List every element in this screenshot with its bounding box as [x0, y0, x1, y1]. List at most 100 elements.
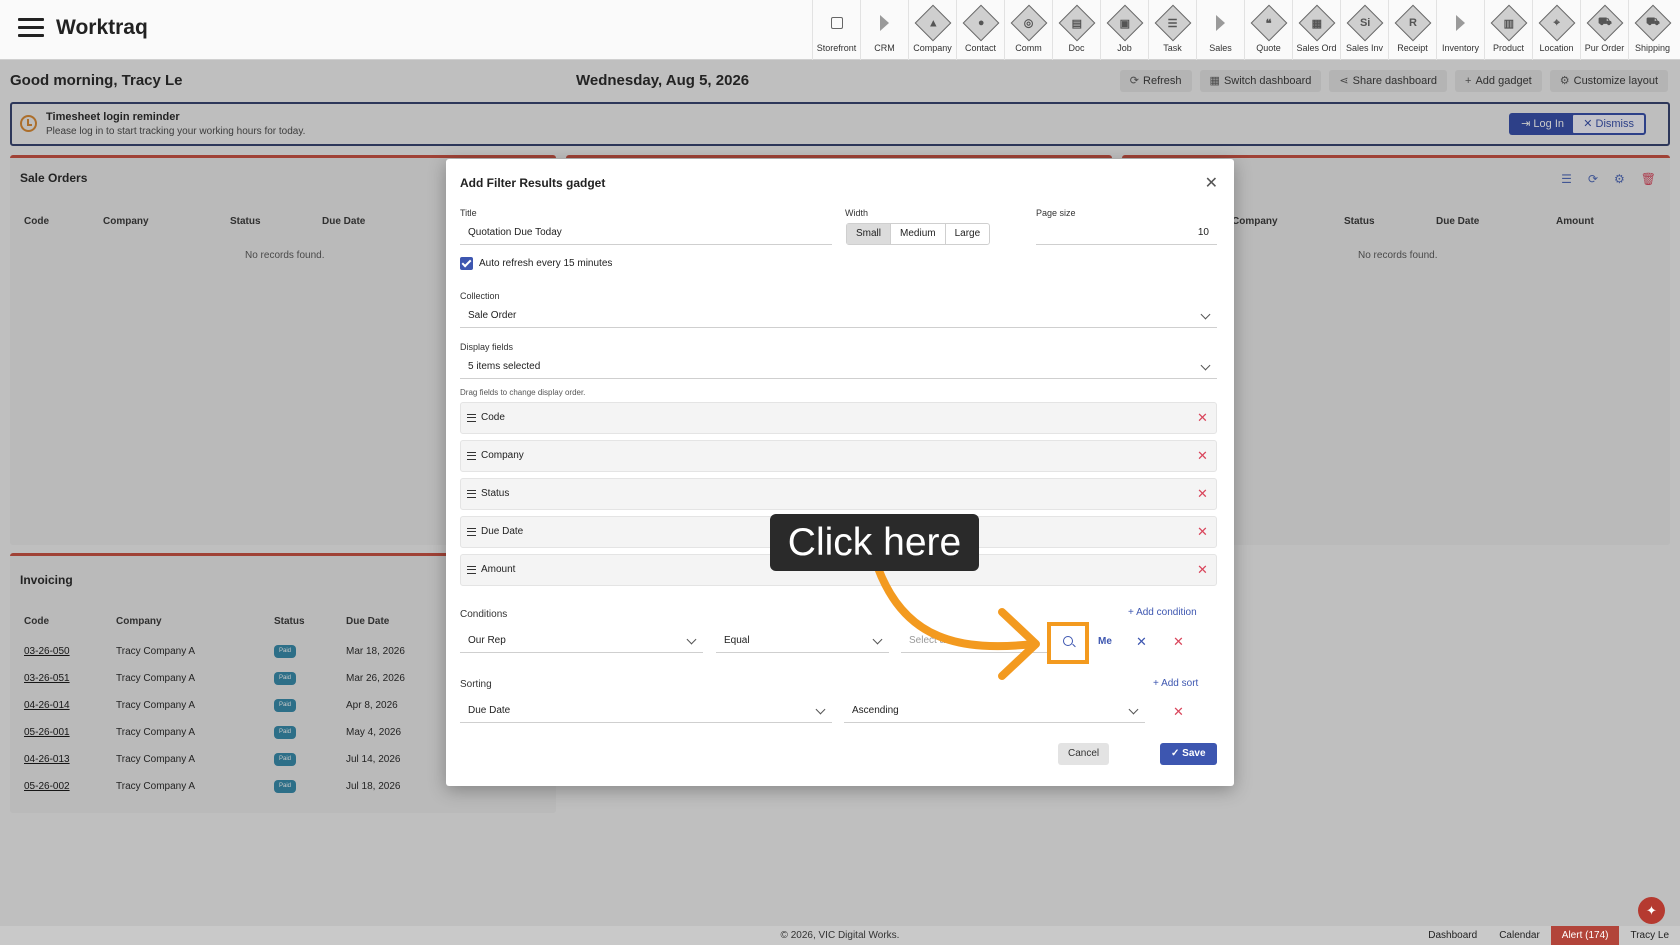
module-job[interactable]: ▣ Job [1100, 0, 1148, 60]
remove-sort-icon[interactable]: ✕ [1173, 705, 1184, 718]
module-label: Sales Ord [1296, 43, 1337, 53]
remove-condition-icon[interactable]: ✕ [1173, 635, 1184, 648]
module-label: Sales Inv [1345, 43, 1384, 53]
add-sort-button[interactable]: + Add sort [1153, 678, 1198, 689]
module-sales[interactable]: Sales [1196, 0, 1244, 60]
module-company[interactable]: ▲ Company [908, 0, 956, 60]
display-field-item[interactable]: Company ✕ [460, 440, 1217, 472]
module-doc[interactable]: ▤ Doc [1052, 0, 1100, 60]
page-size-input[interactable]: 10 [1036, 223, 1217, 245]
module-label: Receipt [1397, 43, 1428, 53]
save-button[interactable]: ✓ Save [1160, 743, 1217, 765]
module-label: Storefront [816, 43, 857, 53]
module-label: Location [1539, 43, 1574, 53]
module-label: Task [1163, 43, 1182, 53]
footer-user-link[interactable]: Tracy Le [1619, 926, 1680, 945]
module-contact[interactable]: ● Contact [956, 0, 1004, 60]
hamburger-menu-icon[interactable] [18, 18, 44, 38]
module-shipping[interactable]: ⛟ Shipping [1628, 0, 1676, 60]
me-button[interactable]: Me [1098, 636, 1112, 647]
drag-handle-icon[interactable] [467, 414, 476, 422]
section-arrow-icon [1204, 6, 1238, 40]
display-fields-label: Display fields [460, 342, 514, 352]
sorting-label: Sorting [460, 679, 492, 690]
module-bar: Storefront CRM ▲ Company ● Contact ◎ Comm ▤ Doc ▣ J… [812, 0, 1676, 60]
company-icon: ▲ [914, 4, 951, 42]
top-bar: Worktraq Storefront CRM ▲ Company ● Contact ◎ C… [0, 0, 1680, 60]
module-sales-ord[interactable]: ▦ Sales Ord [1292, 0, 1340, 60]
display-field-label: Company [481, 450, 524, 461]
conditions-label: Conditions [460, 609, 508, 620]
remove-field-icon[interactable]: ✕ [1197, 449, 1208, 462]
remove-field-icon[interactable]: ✕ [1197, 487, 1208, 500]
module-task[interactable]: ☰ Task [1148, 0, 1196, 60]
title-input[interactable]: Quotation Due Today [460, 223, 832, 245]
condition-value-input[interactable]: Select a [901, 631, 1051, 653]
remove-field-icon[interactable]: ✕ [1197, 563, 1208, 576]
plus-icon: + [1128, 607, 1137, 618]
cancel-button[interactable]: Cancel [1058, 743, 1110, 765]
footer-bar: © 2026, VIC Digital Works. Dashboard Cal… [0, 926, 1680, 945]
module-crm[interactable]: CRM [860, 0, 908, 60]
collection-label: Collection [460, 291, 500, 301]
sort-direction-select[interactable]: Ascending [844, 701, 1145, 723]
dialog-title: Add Filter Results gadget [460, 176, 606, 190]
width-medium-option[interactable]: Medium [891, 224, 946, 244]
remove-field-icon[interactable]: ✕ [1197, 411, 1208, 424]
condition-operator-select[interactable]: Equal [716, 631, 889, 653]
module-glyph: ⛟ [1597, 16, 1612, 28]
collection-select[interactable]: Sale Order [460, 306, 1217, 328]
chevron-down-icon [686, 634, 697, 645]
product-icon: ▥ [1490, 4, 1527, 42]
module-glyph: ▲ [927, 16, 938, 29]
display-fields-select[interactable]: 5 items selected [460, 357, 1217, 379]
module-label: Comm [1015, 43, 1042, 53]
display-field-label: Due Date [481, 526, 524, 537]
app-title: Worktraq [56, 16, 148, 39]
module-glyph: ◎ [1023, 17, 1034, 30]
footer-calendar-link[interactable]: Calendar [1488, 926, 1551, 945]
module-quote[interactable]: ❝ Quote [1244, 0, 1292, 60]
module-comm[interactable]: ◎ Comm [1004, 0, 1052, 60]
clear-value-icon[interactable]: ✕ [1136, 635, 1147, 648]
module-storefront[interactable]: Storefront [812, 0, 860, 60]
display-field-item[interactable]: Status ✕ [460, 478, 1217, 510]
condition-field-select[interactable]: Our Rep [460, 631, 703, 653]
drag-handle-icon[interactable] [467, 452, 476, 460]
display-field-item[interactable]: Code ✕ [460, 402, 1217, 434]
drag-handle-icon[interactable] [467, 566, 476, 574]
auto-refresh-checkbox[interactable] [460, 257, 473, 270]
receipt-icon: R [1394, 4, 1431, 42]
footer-dashboard-link[interactable]: Dashboard [1417, 926, 1488, 945]
module-label: Pur Order [1584, 43, 1625, 53]
sort-field-select[interactable]: Due Date [460, 701, 832, 723]
module-pur-order[interactable]: ⛟ Pur Order [1580, 0, 1628, 60]
page-size-label: Page size [1036, 208, 1076, 218]
drag-handle-icon[interactable] [467, 528, 476, 536]
module-label: Product [1492, 43, 1525, 53]
footer-alert-link[interactable]: Alert (174) [1550, 926, 1620, 945]
module-receipt[interactable]: R Receipt [1388, 0, 1436, 60]
sales-order-icon: ▦ [1298, 4, 1335, 42]
module-label: CRM [874, 43, 895, 53]
module-glyph: ▤ [1071, 17, 1082, 30]
assistant-sparkle-icon[interactable]: ✦ [1638, 897, 1665, 924]
drag-handle-icon[interactable] [467, 490, 476, 498]
contact-icon: ● [962, 4, 999, 42]
section-arrow-icon [868, 6, 902, 40]
width-large-option[interactable]: Large [946, 224, 990, 244]
remove-field-icon[interactable]: ✕ [1197, 525, 1208, 538]
close-icon[interactable]: ✕ [1205, 173, 1218, 193]
module-glyph: ❝ [1265, 17, 1272, 30]
sales-invoice-icon: Si [1346, 4, 1383, 42]
module-product[interactable]: ▥ Product [1484, 0, 1532, 60]
display-field-label: Code [481, 412, 505, 423]
add-condition-button[interactable]: + Add condition [1128, 607, 1197, 618]
shipping-icon: ⛟ [1634, 4, 1671, 42]
module-inventory[interactable]: Inventory [1436, 0, 1484, 60]
module-sales-inv[interactable]: Si Sales Inv [1340, 0, 1388, 60]
auto-refresh-label: Auto refresh every 15 minutes [479, 258, 613, 269]
module-glyph: ● [977, 17, 984, 29]
width-small-option[interactable]: Small [847, 224, 892, 244]
module-location[interactable]: ⌖ Location [1532, 0, 1580, 60]
